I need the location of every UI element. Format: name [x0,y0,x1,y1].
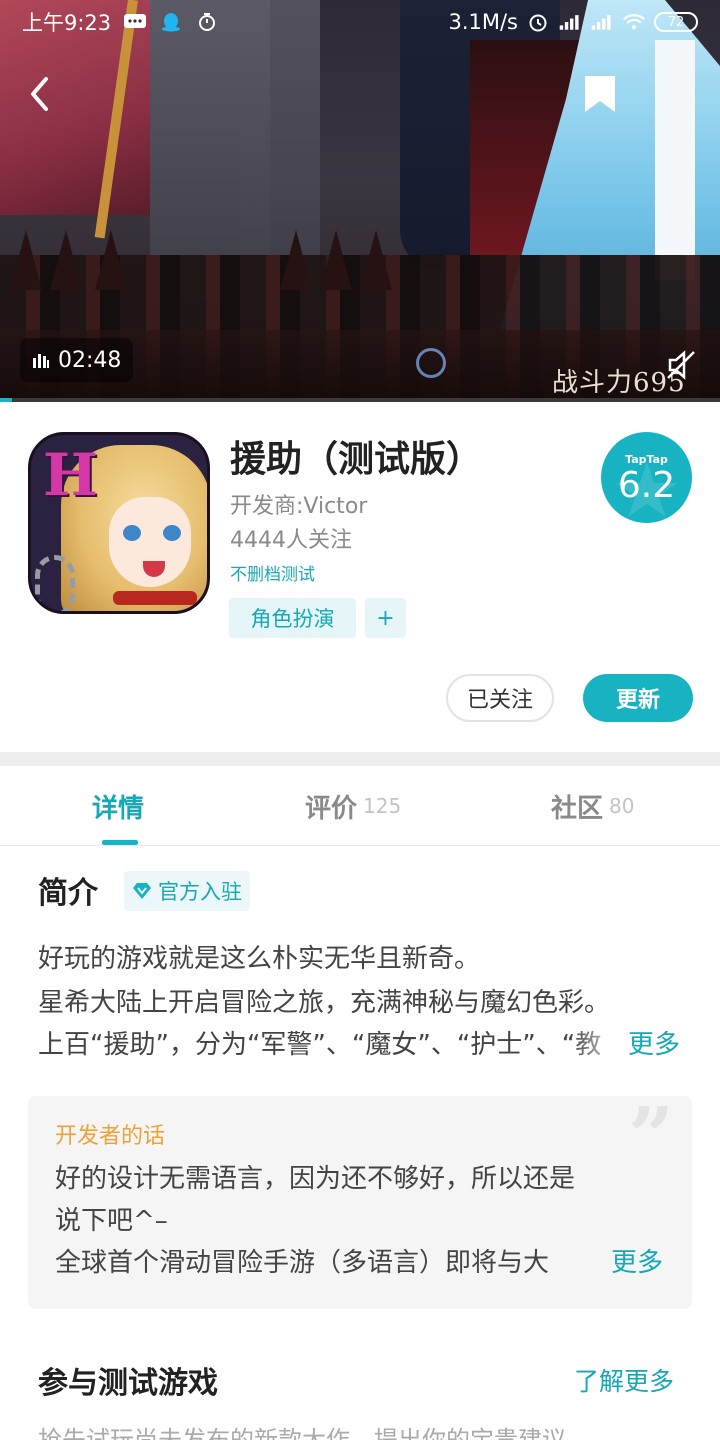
update-button[interactable]: 更新 [583,674,693,722]
section-divider [0,752,720,766]
muted-speaker-icon [667,350,695,380]
intro-line: 星希大陆上开启冒险之旅，充满神秘与魔幻色彩。 [38,988,611,1018]
tab-details[interactable]: 详情 [92,766,144,846]
app-icon: H [28,432,210,614]
score-badge: TapTap 6.2 [601,432,692,523]
timer-icon [199,13,216,31]
tab-reviews-count: 125 [363,794,402,818]
battery-icon: 72 [654,12,698,32]
signal-icon [559,15,579,30]
back-button[interactable] [18,72,62,116]
audio-bars-icon [33,354,49,368]
tab-bar: 详情 评价 125 社区 80 [0,766,720,846]
video-banner[interactable]: 上午9:23 3.1M/s 72 02:48 战斗力695 [0,0,720,402]
status-time: 上午9:23 [22,11,112,35]
follower-count: 4444人关注 [230,528,352,553]
join-test-description: 抢先试玩尚未发布的新款大作，提出你的宝贵建议 [38,1426,566,1440]
tab-community[interactable]: 社区 80 [551,766,634,846]
followed-button[interactable]: 已关注 [446,674,554,722]
join-test-heading: 参与测试游戏 [38,1366,218,1401]
intro-more-link[interactable]: 更多 [628,1024,680,1061]
signal-icon-2 [591,15,611,30]
intro-line: 好玩的游戏就是这么朴实无华且新奇。 [38,944,481,974]
loading-indicator [416,348,446,378]
message-icon [124,14,147,28]
network-speed: 3.1M/s [448,10,518,34]
developer-name[interactable]: 开发商:Victor [230,488,367,520]
developer-note-more-link[interactable]: 更多 [611,1242,663,1279]
tab-community-label: 社区 [551,793,604,824]
chevron-left-icon [31,77,48,111]
developer-note-line: 好的设计无需语言，因为还不够好，所以还是 [55,1164,576,1194]
intro-line: 上百“援助”，分为“军警”、“魔女”、“护士”、“教 [38,1030,602,1060]
tab-reviews-label: 评价 [305,793,358,824]
official-badge: 官方入驻 [124,871,250,911]
bookmark-button[interactable] [580,72,620,116]
tab-community-count: 80 [609,794,635,818]
qq-icon [162,13,181,32]
video-progress-bar[interactable] [0,398,720,402]
developer-note-line: 全球首个滑动冒险手游（多语言）即将与大 [55,1248,550,1278]
developer-note-label: 开发者的话 [55,1124,166,1149]
app-title: 援助（测试版） [230,439,483,480]
tab-reviews[interactable]: 评价 125 [305,766,401,846]
active-tab-indicator [102,840,138,845]
wifi-icon [622,14,646,30]
test-status-label: 不删档测试 [230,565,315,585]
status-bar: 上午9:23 3.1M/s 72 [0,0,720,44]
alarm-icon [529,14,547,32]
tab-details-label: 详情 [92,793,145,824]
add-tag-button[interactable]: + [365,598,406,638]
intro-heading: 简介 [38,876,98,911]
quote-icon: ” [628,1096,675,1183]
learn-more-link[interactable]: 了解更多 [574,1362,674,1398]
bookmark-icon [585,76,615,112]
official-badge-label: 官方入驻 [158,880,242,904]
developer-note: ” 开发者的话 好的设计无需语言，因为还不够好，所以还是 说下吧^– 全球首个滑… [28,1096,692,1309]
mute-button[interactable] [664,348,698,382]
genre-tag[interactable]: 角色扮演 [229,598,356,638]
duration-text: 02:48 [58,347,122,373]
video-duration: 02:48 [20,338,134,382]
developer-note-line: 说下吧^– [55,1206,168,1236]
diamond-icon [133,883,151,899]
